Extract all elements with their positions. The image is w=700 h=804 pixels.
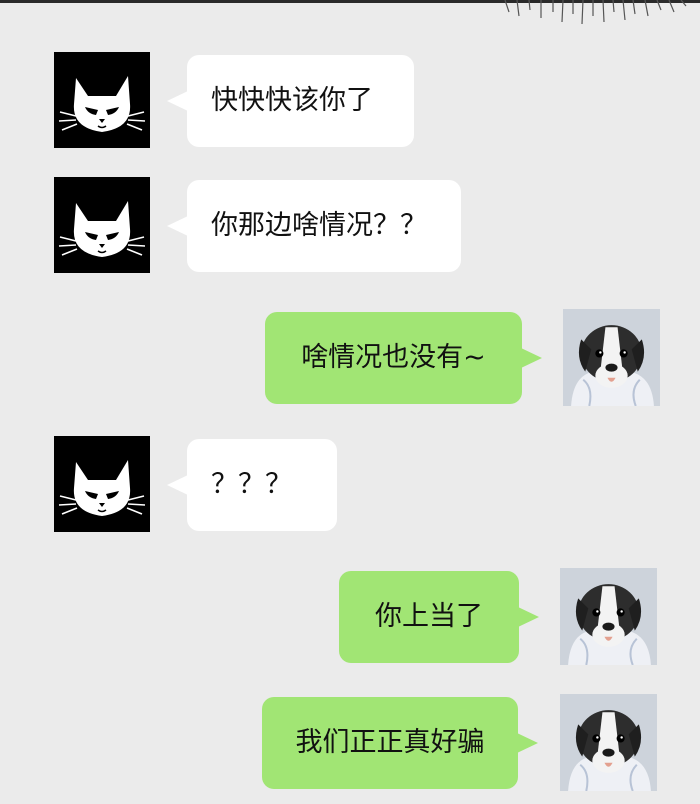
burst-lines-decoration bbox=[504, 0, 687, 25]
cat-avatar[interactable] bbox=[54, 177, 150, 273]
incoming-message-bubble[interactable]: 你那边啥情况？？ bbox=[167, 180, 461, 272]
dog-avatar[interactable] bbox=[563, 309, 660, 406]
cat-face-icon bbox=[58, 201, 146, 257]
dog-avatar[interactable] bbox=[560, 694, 657, 791]
outgoing-message-bubble[interactable]: 啥情况也没有~ bbox=[265, 312, 542, 404]
cat-avatar[interactable] bbox=[54, 52, 150, 148]
dog-avatar-image bbox=[563, 309, 660, 406]
outgoing-message-bubble[interactable]: 我们正正真好骗 bbox=[262, 697, 538, 789]
dog-avatar[interactable] bbox=[560, 568, 657, 665]
incoming-message-bubble[interactable]: ？？？ bbox=[167, 439, 337, 531]
outgoing-message-bubble[interactable]: 你上当了 bbox=[339, 571, 539, 663]
cat-face-icon bbox=[58, 460, 146, 516]
incoming-message-bubble[interactable]: 快快快该你了 bbox=[167, 55, 414, 147]
dog-avatar-image bbox=[560, 694, 657, 791]
dog-avatar-image bbox=[560, 568, 657, 665]
cat-avatar[interactable] bbox=[54, 436, 150, 532]
cat-face-icon bbox=[58, 76, 146, 132]
